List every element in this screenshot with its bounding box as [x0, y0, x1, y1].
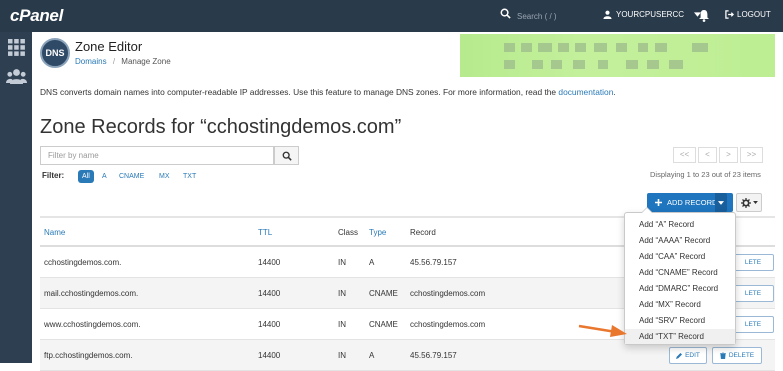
intro-text: DNS converts domain names into computer-… [40, 87, 616, 97]
col-name-header[interactable]: Name [44, 228, 65, 237]
filter-all[interactable]: All [78, 170, 94, 183]
main-content: DNS Zone Editor Domains / Manage Zone DN… [32, 32, 783, 371]
cell-ttl: 14400 [258, 258, 281, 267]
breadcrumb-domains-link[interactable]: Domains [75, 57, 107, 66]
filter-mx[interactable]: MX [155, 170, 174, 183]
menu-item-add-mx[interactable]: Add “MX” Record [625, 297, 735, 312]
logout-label: LOGOUT [737, 10, 771, 19]
pager-prev[interactable]: < [698, 147, 717, 163]
cell-record: 45.56.79.157 [410, 258, 457, 267]
cell-type: CNAME [369, 289, 398, 298]
delete-button[interactable]: LETE [732, 254, 774, 271]
cell-name: ftp.cchostingdemos.com. [44, 351, 133, 360]
menu-item-add-caa[interactable]: Add “CAA” Record [625, 249, 735, 264]
filter-by-name-input[interactable] [40, 146, 274, 165]
edit-label: EDIT [685, 352, 700, 359]
edit-button[interactable]: EDIT [669, 347, 707, 364]
left-sidebar [0, 32, 32, 363]
displaying-count: Displaying 1 to 23 out of 23 items [650, 170, 761, 179]
cpanel-logo[interactable]: cPanel [10, 6, 63, 26]
username-label: YOURCPUSERCC [616, 10, 685, 19]
plus-icon [655, 199, 662, 206]
cell-ttl: 14400 [258, 289, 281, 298]
page-title: Zone Editor [75, 39, 143, 54]
filter-a[interactable]: A [98, 170, 111, 183]
filter-label: Filter: [42, 171, 65, 180]
add-record-menu: Add “A” Record Add “AAAA” Record Add “CA… [624, 207, 736, 345]
gear-icon [740, 197, 751, 208]
zone-records-heading: Zone Records for “cchostingdemos.com” [40, 116, 402, 138]
settings-button[interactable] [736, 193, 762, 212]
menu-caret [641, 207, 653, 213]
menu-item-add-a[interactable]: Add “A” Record [625, 217, 735, 232]
pager-last[interactable]: >> [740, 147, 763, 163]
cell-type: CNAME [369, 320, 398, 329]
breadcrumb: Domains / Manage Zone [75, 57, 171, 66]
breadcrumb-current: Manage Zone [121, 57, 171, 66]
top-bar: cPanel YOURCPUSERCC LOGOUT [0, 0, 783, 32]
intro-end: . [613, 87, 616, 97]
add-record-label: ADD RECORD [667, 198, 718, 207]
delete-button[interactable]: LETE [732, 285, 774, 302]
filter-search-button[interactable] [274, 146, 299, 165]
cell-record: 45.56.79.157 [410, 351, 457, 360]
dns-app-icon: DNS [40, 38, 70, 68]
caret-down-icon [752, 201, 758, 204]
cell-name: cchostingdemos.com. [44, 258, 122, 267]
cell-type: A [369, 351, 375, 360]
documentation-link[interactable]: documentation [558, 87, 613, 97]
logout-link[interactable]: LOGOUT [725, 10, 771, 19]
col-type-header[interactable]: Type [369, 228, 386, 237]
cell-name: mail.cchostingdemos.com. [44, 289, 139, 298]
filter-txt[interactable]: TXT [179, 170, 200, 183]
pencil-icon [676, 352, 683, 359]
delete-button[interactable]: LETE [732, 316, 774, 333]
grid-icon[interactable] [8, 39, 25, 56]
col-ttl-header[interactable]: TTL [258, 228, 272, 237]
caret-down-icon [718, 200, 724, 205]
cell-record: cchostingdemos.com [410, 320, 486, 329]
cell-record: cchostingdemos.com [410, 289, 486, 298]
delete-label: LETE [744, 259, 762, 266]
trash-icon [719, 352, 726, 359]
search-icon [500, 8, 511, 19]
users-icon[interactable] [6, 68, 27, 85]
search-box[interactable] [500, 7, 588, 25]
delete-label: LETE [744, 290, 762, 297]
search-input[interactable] [517, 7, 587, 25]
col-record-header: Record [410, 228, 436, 237]
pager-first[interactable]: << [673, 147, 696, 163]
delete-label: LETE [744, 321, 762, 328]
blurred-banner [460, 34, 775, 77]
logout-icon [725, 10, 734, 19]
menu-item-add-dmarc[interactable]: Add “DMARC” Record [625, 281, 735, 296]
cell-type: A [369, 258, 375, 267]
cell-class: IN [338, 320, 346, 329]
cell-class: IN [338, 258, 346, 267]
menu-item-add-aaaa[interactable]: Add “AAAA” Record [625, 233, 735, 248]
cell-ttl: 14400 [258, 320, 281, 329]
menu-item-add-cname[interactable]: Add “CNAME” Record [625, 265, 735, 280]
delete-label: DELETE [728, 352, 755, 359]
col-class-header: Class [338, 228, 359, 237]
menu-item-add-srv[interactable]: Add “SRV” Record [625, 313, 735, 328]
breadcrumb-separator: / [112, 57, 116, 66]
delete-button[interactable]: DELETE [712, 347, 762, 364]
cell-class: IN [338, 351, 346, 360]
search-icon [282, 151, 292, 161]
cell-ttl: 14400 [258, 351, 281, 360]
cell-name: www.cchostingdemos.com. [44, 320, 141, 329]
cell-class: IN [338, 289, 346, 298]
bell-icon[interactable] [698, 9, 710, 22]
user-menu[interactable]: YOURCPUSERCC [603, 10, 702, 19]
orange-arrow-icon [578, 324, 627, 337]
menu-item-add-txt[interactable]: Add “TXT” Record [625, 329, 735, 344]
intro-sentence: DNS converts domain names into computer-… [40, 87, 559, 97]
add-record-dropdown-toggle[interactable] [715, 193, 727, 212]
filter-cname[interactable]: CNAME [115, 170, 148, 183]
user-icon [603, 10, 612, 19]
pager-next[interactable]: > [719, 147, 738, 163]
